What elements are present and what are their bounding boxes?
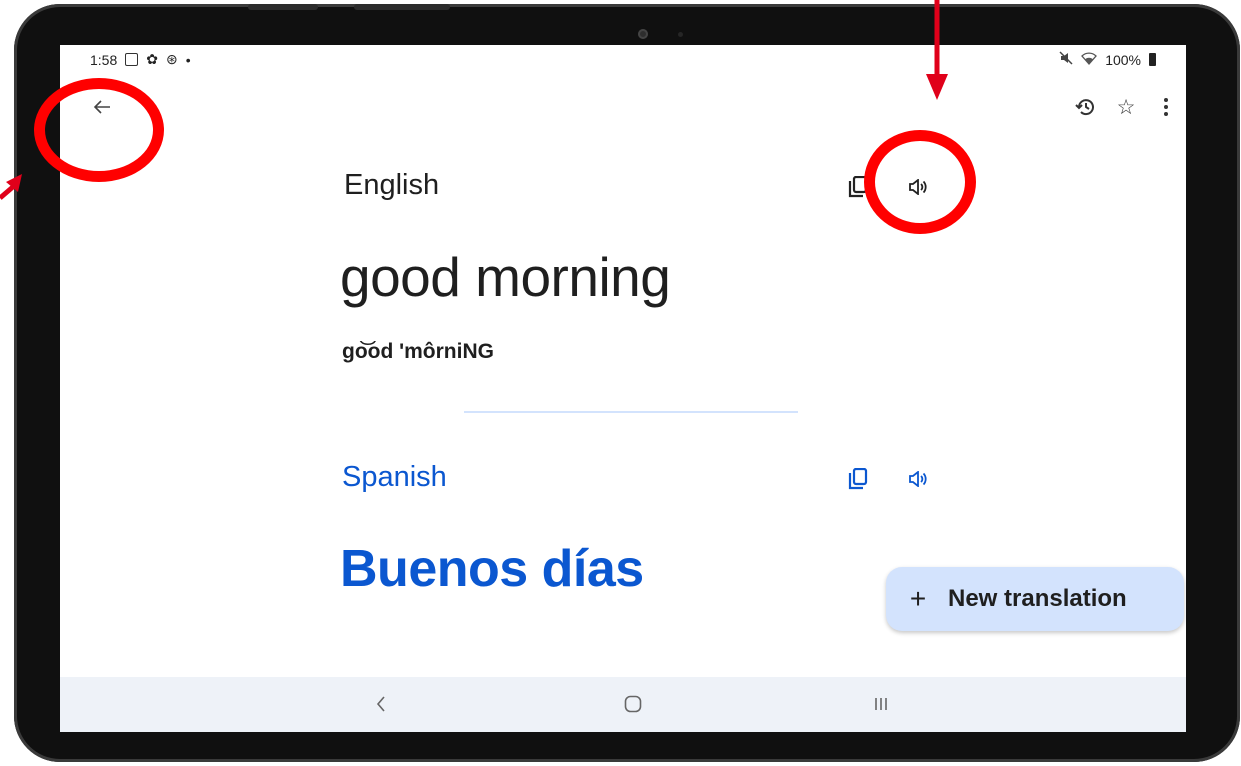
plus-icon: + (909, 583, 927, 614)
volume-button (248, 4, 318, 10)
mute-icon (1059, 51, 1073, 68)
app-icon: ⊛ (165, 51, 178, 67)
target-language-label: Spanish (342, 461, 447, 493)
speaker-icon (909, 471, 927, 487)
section-divider (464, 411, 798, 413)
annotation-circle-speaker (864, 130, 976, 234)
history-button[interactable] (1066, 91, 1106, 123)
system-nav-bar (60, 677, 1186, 732)
target-speaker-button[interactable] (904, 465, 932, 493)
battery-icon (1149, 53, 1156, 66)
gallery-icon (125, 53, 139, 66)
screen: 1:58 ✿ ⊛ • 100% ☆ English good morning g… (60, 45, 1186, 732)
power-button (354, 4, 450, 10)
system-back-button[interactable] (361, 689, 401, 719)
clock: 1:58 (90, 51, 118, 68)
battery-level: 100% (1105, 51, 1141, 68)
history-icon (1075, 99, 1094, 116)
recents-nav-icon (875, 698, 887, 710)
system-home-button[interactable] (613, 689, 653, 719)
more-options-button[interactable] (1146, 91, 1186, 123)
new-translation-label: New translation (948, 585, 1127, 612)
source-language-label: English (344, 169, 440, 201)
system-recents-button[interactable] (861, 689, 901, 719)
status-bar: 1:58 ✿ ⊛ • 100% (60, 45, 1186, 75)
copy-icon (848, 468, 868, 490)
front-camera (638, 29, 648, 39)
new-translation-button[interactable]: + New translation (886, 567, 1184, 631)
back-nav-icon (376, 696, 385, 712)
source-phonetic: go͝od 'môrniNG (342, 340, 494, 363)
target-text[interactable]: Buenos días (340, 539, 644, 599)
star-button[interactable]: ☆ (1106, 91, 1146, 123)
home-nav-icon (624, 695, 642, 713)
app-bar-actions: ☆ (1066, 91, 1186, 123)
source-text[interactable]: good morning (340, 245, 671, 309)
annotation-circle-back (34, 78, 164, 182)
wifi-icon (1081, 51, 1098, 68)
target-copy-button[interactable] (844, 465, 872, 493)
settings-icon: ✿ (146, 51, 158, 67)
notification-dot: • (185, 51, 191, 68)
star-icon: ☆ (1116, 95, 1136, 119)
light-sensor (678, 32, 683, 37)
more-vert-icon (1164, 98, 1168, 116)
